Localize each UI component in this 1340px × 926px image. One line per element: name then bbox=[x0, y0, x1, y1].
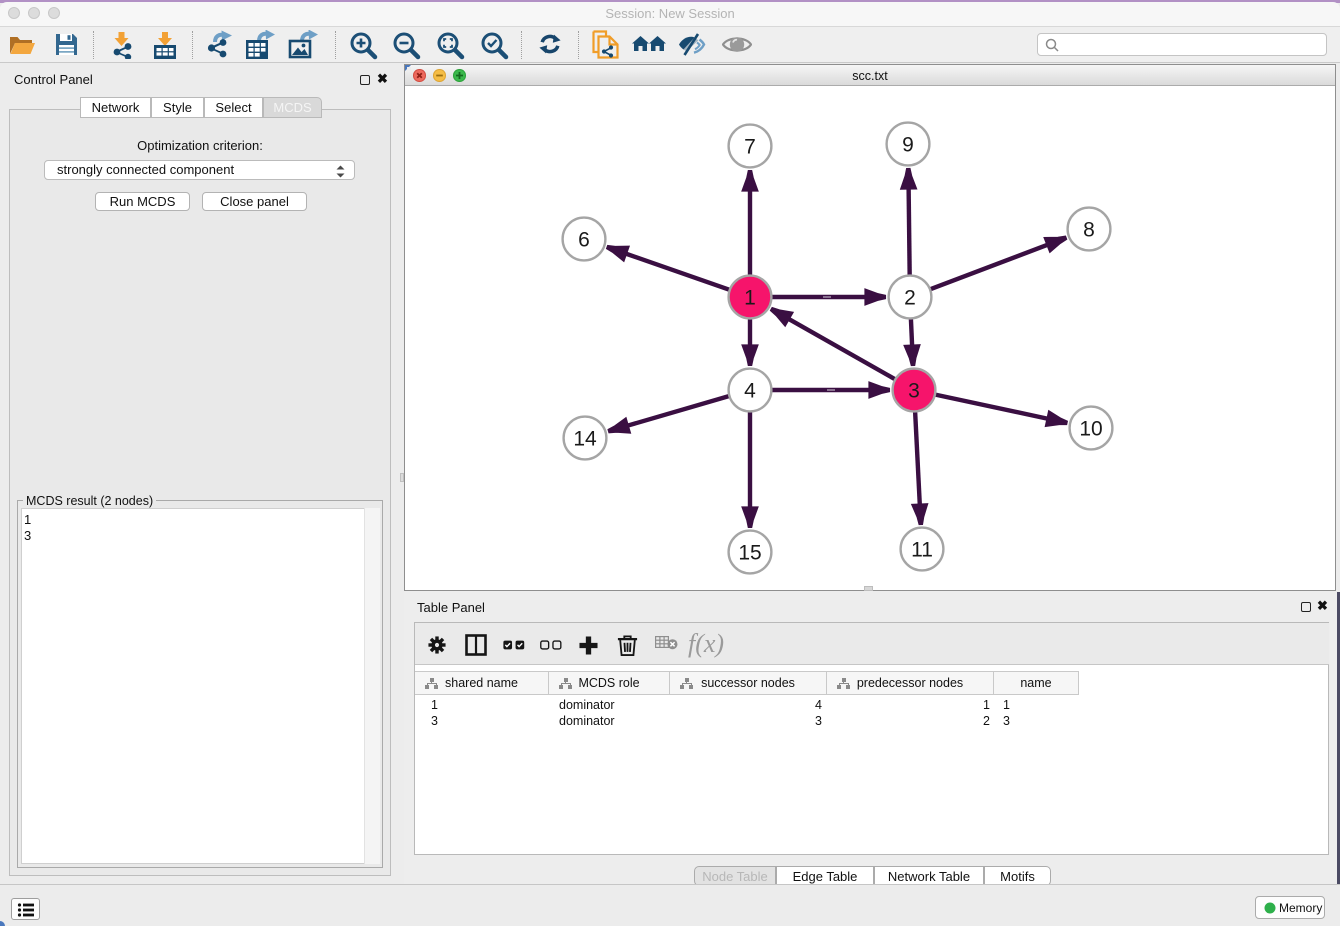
svg-text:6: 6 bbox=[578, 229, 590, 252]
svg-text:14: 14 bbox=[573, 428, 597, 451]
svg-text:9: 9 bbox=[902, 134, 914, 157]
svg-text:11: 11 bbox=[911, 539, 933, 562]
svg-text:1: 1 bbox=[744, 287, 756, 310]
svg-text:4: 4 bbox=[744, 380, 756, 403]
svg-text:10: 10 bbox=[1079, 418, 1102, 441]
svg-text:15: 15 bbox=[738, 542, 761, 565]
svg-text:7: 7 bbox=[744, 136, 756, 159]
svg-text:3: 3 bbox=[908, 380, 920, 403]
svg-text:8: 8 bbox=[1083, 219, 1095, 242]
svg-text:2: 2 bbox=[904, 287, 916, 310]
